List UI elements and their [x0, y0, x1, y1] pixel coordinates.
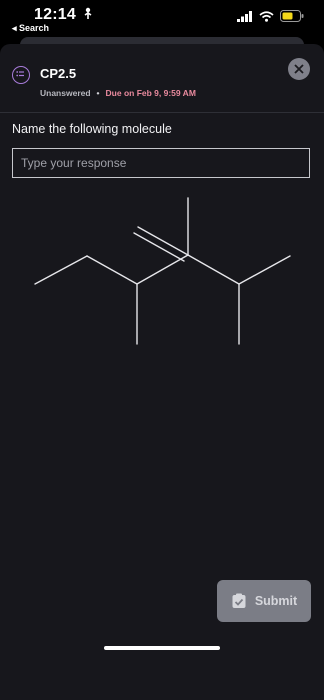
due-date: Due on Feb 9, 9:59 AM [105, 88, 196, 98]
question-prompt: Name the following molecule [12, 122, 172, 136]
bond-7 [187, 254, 240, 285]
status-time: 12:14 [34, 6, 76, 23]
bond-9 [238, 255, 291, 285]
wifi-icon [259, 10, 274, 22]
location-arrow-icon [84, 7, 92, 19]
bond-6b [133, 232, 185, 262]
bond-6a [137, 226, 189, 256]
battery-icon [280, 10, 304, 22]
home-indicator[interactable] [104, 646, 220, 650]
status-icons [237, 10, 304, 22]
question-lines-icon [16, 71, 24, 77]
bond-1 [34, 255, 88, 285]
close-icon [294, 64, 304, 74]
separator-dot: • [96, 88, 100, 98]
molecule-structure [34, 197, 291, 345]
signal-icon [237, 10, 252, 22]
question-meta: Unanswered • Due on Feb 9, 9:59 AM [40, 88, 196, 98]
status-label: Unanswered [40, 88, 91, 98]
bond-2 [86, 255, 138, 285]
submit-button[interactable]: Submit [217, 580, 311, 622]
back-to-search-link[interactable]: ◂ Search [12, 23, 49, 34]
checklist-icon [232, 593, 246, 608]
question-icon [12, 66, 30, 84]
status-bar: 12:14 ◂ Search [0, 0, 324, 36]
response-input[interactable] [12, 148, 310, 178]
submit-label: Submit [254, 594, 298, 608]
question-title: CP2.5 [40, 66, 77, 81]
question-header: CP2.5 Unanswered • Due on Feb 9, 9:59 AM [0, 44, 324, 113]
close-button[interactable] [288, 58, 310, 80]
